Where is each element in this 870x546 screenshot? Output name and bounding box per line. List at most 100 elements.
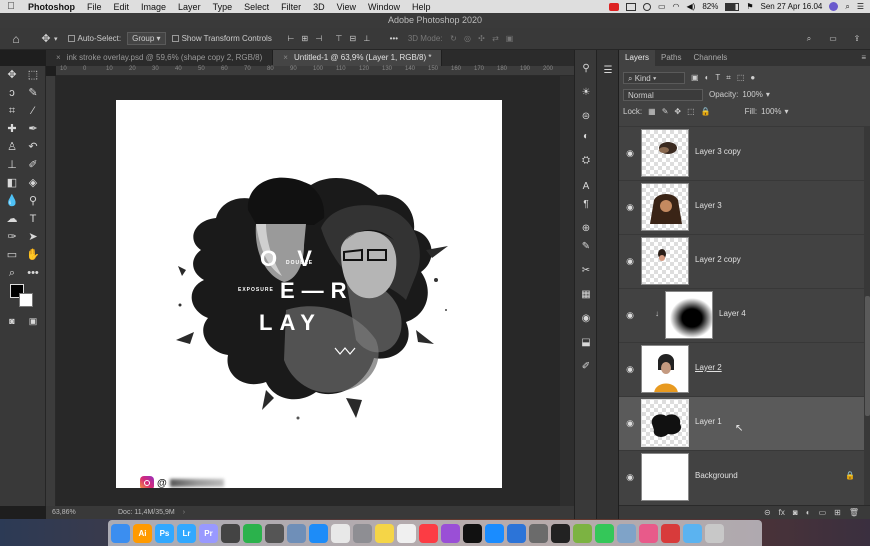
background-color-swatch[interactable]	[19, 293, 33, 307]
user-icon[interactable]	[829, 2, 839, 11]
clock[interactable]: Sen 27 Apr 16.04	[761, 2, 823, 11]
dock-premiere-icon[interactable]: Pr	[199, 523, 218, 543]
paint-bucket-icon[interactable]: ◈	[24, 174, 42, 192]
trash-icon[interactable]: 🗑	[849, 508, 859, 517]
align-bottom-icon[interactable]: ⊥	[360, 34, 374, 43]
link-icon[interactable]: ⊝	[764, 508, 771, 517]
menu-filter[interactable]: Filter	[275, 2, 307, 12]
zoom-tool-icon[interactable]: ⌕	[3, 264, 21, 282]
brush-settings-icon[interactable]: ✎	[579, 240, 593, 254]
dock-photoshop-icon[interactable]: Ps	[155, 523, 174, 543]
tab-channels[interactable]: Channels	[687, 50, 733, 66]
menu-app-name[interactable]: Photoshop	[22, 2, 81, 12]
lock-position-icon[interactable]: ✥	[674, 107, 681, 116]
scroll-thumb[interactable]	[865, 296, 870, 416]
dock-preview-icon[interactable]	[287, 523, 306, 543]
layer-name[interactable]: Layer 3	[695, 201, 722, 210]
close-icon[interactable]: ×	[283, 53, 288, 62]
dock-app-red-icon[interactable]	[661, 523, 680, 543]
chevron-down-icon[interactable]: ▾	[766, 90, 770, 99]
dock-trash-icon[interactable]	[705, 523, 724, 543]
stamp-tool-icon[interactable]: ⊥	[3, 156, 21, 174]
dock-notes-icon[interactable]	[375, 523, 394, 543]
navigator-icon[interactable]: ⬓	[579, 336, 593, 350]
wifi-icon[interactable]: ◠	[673, 2, 680, 11]
paths-icon[interactable]: ⊕	[579, 222, 593, 236]
hand-tool-icon[interactable]: ✋	[24, 246, 42, 264]
filter-type-icon[interactable]: T	[715, 73, 720, 82]
menu-edit[interactable]: Edit	[108, 2, 136, 12]
filter-adjustment-icon[interactable]: ◐	[705, 73, 710, 82]
visibility-eye-icon[interactable]: ◉	[625, 256, 635, 266]
visibility-eye-icon[interactable]: ◉	[625, 472, 635, 482]
learn-icon[interactable]: ☀	[579, 86, 593, 100]
layer-row-layer-3[interactable]: ◉ Layer 3	[619, 180, 864, 234]
dock-app-grey-icon[interactable]	[529, 523, 548, 543]
checkbox-box[interactable]	[171, 35, 179, 42]
menu-view[interactable]: View	[331, 2, 362, 12]
pen-tool-icon[interactable]: ✑	[3, 228, 21, 246]
more-tools-icon[interactable]: •••	[24, 264, 42, 282]
dock-finder-icon[interactable]	[111, 523, 130, 543]
move-tool-icon[interactable]: ✥	[38, 32, 54, 45]
history-icon[interactable]: ✐	[579, 360, 593, 374]
checkbox-box[interactable]	[67, 35, 75, 42]
group-icon[interactable]: ▭	[819, 508, 827, 517]
dock-music-icon[interactable]	[419, 523, 438, 543]
3d-slide-icon[interactable]: ⇄	[489, 34, 503, 43]
layer-name[interactable]: Layer 4	[719, 309, 746, 318]
dock-messages-icon[interactable]	[595, 523, 614, 543]
layer-row-layer-1[interactable]: ◉ Layer 1 ↖	[619, 396, 864, 450]
zoom-level[interactable]: 63,86%	[52, 509, 118, 516]
status-arrow-icon[interactable]: ›	[183, 509, 185, 516]
dock-screen-icon[interactable]	[221, 523, 240, 543]
visibility-eye-icon[interactable]: ◉	[625, 364, 635, 374]
layers-scrollbar[interactable]	[864, 126, 870, 506]
lock-all-icon[interactable]: 🔒	[701, 107, 711, 116]
dodge-tool-icon[interactable]: ⚲	[24, 192, 42, 210]
visibility-eye-icon[interactable]: ◉	[625, 148, 635, 158]
search-icon[interactable]: ⌕	[845, 2, 849, 12]
menu-3d[interactable]: 3D	[307, 2, 331, 12]
layer-row-layer-4[interactable]: ◉ ↓ Layer 4	[619, 288, 864, 342]
tools-options-icon[interactable]: ✂	[579, 264, 593, 278]
brush-tool-icon[interactable]: ✒	[24, 120, 42, 138]
opacity-value[interactable]: 100%	[742, 90, 762, 99]
layer-name[interactable]: Layer 1	[695, 417, 722, 426]
auto-select-dropdown[interactable]: Group ▾	[127, 32, 166, 45]
show-transform-checkbox[interactable]: Show Transform Controls	[171, 34, 272, 43]
volume-icon[interactable]: ◀)	[687, 2, 696, 11]
align-top-icon[interactable]: ⊤	[332, 34, 346, 43]
filter-smart-icon[interactable]: ⬚	[737, 73, 745, 82]
lock-pixels-icon[interactable]: ✎	[662, 107, 669, 116]
menu-select[interactable]: Select	[238, 2, 275, 12]
dock-podcasts-icon[interactable]	[441, 523, 460, 543]
blur-tool-icon[interactable]: 💧	[3, 192, 21, 210]
screen-mode-icon[interactable]: ▣	[24, 312, 42, 330]
canvas-area[interactable]: O V DOUBLE EXPOSURE E—R LAY @	[56, 76, 560, 506]
chevron-down-icon[interactable]: ▾	[54, 35, 58, 43]
dock-xcode-icon[interactable]	[507, 523, 526, 543]
visibility-eye-icon[interactable]: ◉	[625, 418, 635, 428]
adjustment-icon[interactable]: ◐	[806, 508, 811, 517]
styles-icon[interactable]: ⛭	[579, 154, 593, 168]
share-icon[interactable]: ⇪	[850, 34, 864, 43]
visibility-eye-icon[interactable]: ◉	[625, 310, 635, 320]
layer-row-background[interactable]: ◉ Background 🔒	[619, 450, 864, 504]
panel-options-icon[interactable]: ≡	[861, 50, 866, 66]
chevron-down-icon[interactable]: ▾	[785, 107, 789, 116]
dock-apple-tv-icon[interactable]	[463, 523, 482, 543]
smudge-tool-icon[interactable]: ☁	[3, 210, 21, 228]
workspace-icon[interactable]: ▭	[826, 34, 840, 43]
dock-obs-icon[interactable]	[551, 523, 570, 543]
dock-app-pink-icon[interactable]	[639, 523, 658, 543]
search-icon[interactable]: ⌕	[802, 34, 816, 44]
new-layer-icon[interactable]: ⊞	[834, 508, 841, 517]
filter-shape-icon[interactable]: ⌗	[726, 73, 731, 83]
home-icon[interactable]: ⌂	[8, 32, 24, 46]
move-tool-icon[interactable]: ✥	[3, 66, 21, 84]
menu-type[interactable]: Type	[207, 2, 239, 12]
dock-chrome-icon[interactable]	[331, 523, 350, 543]
fx-icon[interactable]: fx	[779, 508, 785, 517]
dock-settings-icon[interactable]	[353, 523, 372, 543]
